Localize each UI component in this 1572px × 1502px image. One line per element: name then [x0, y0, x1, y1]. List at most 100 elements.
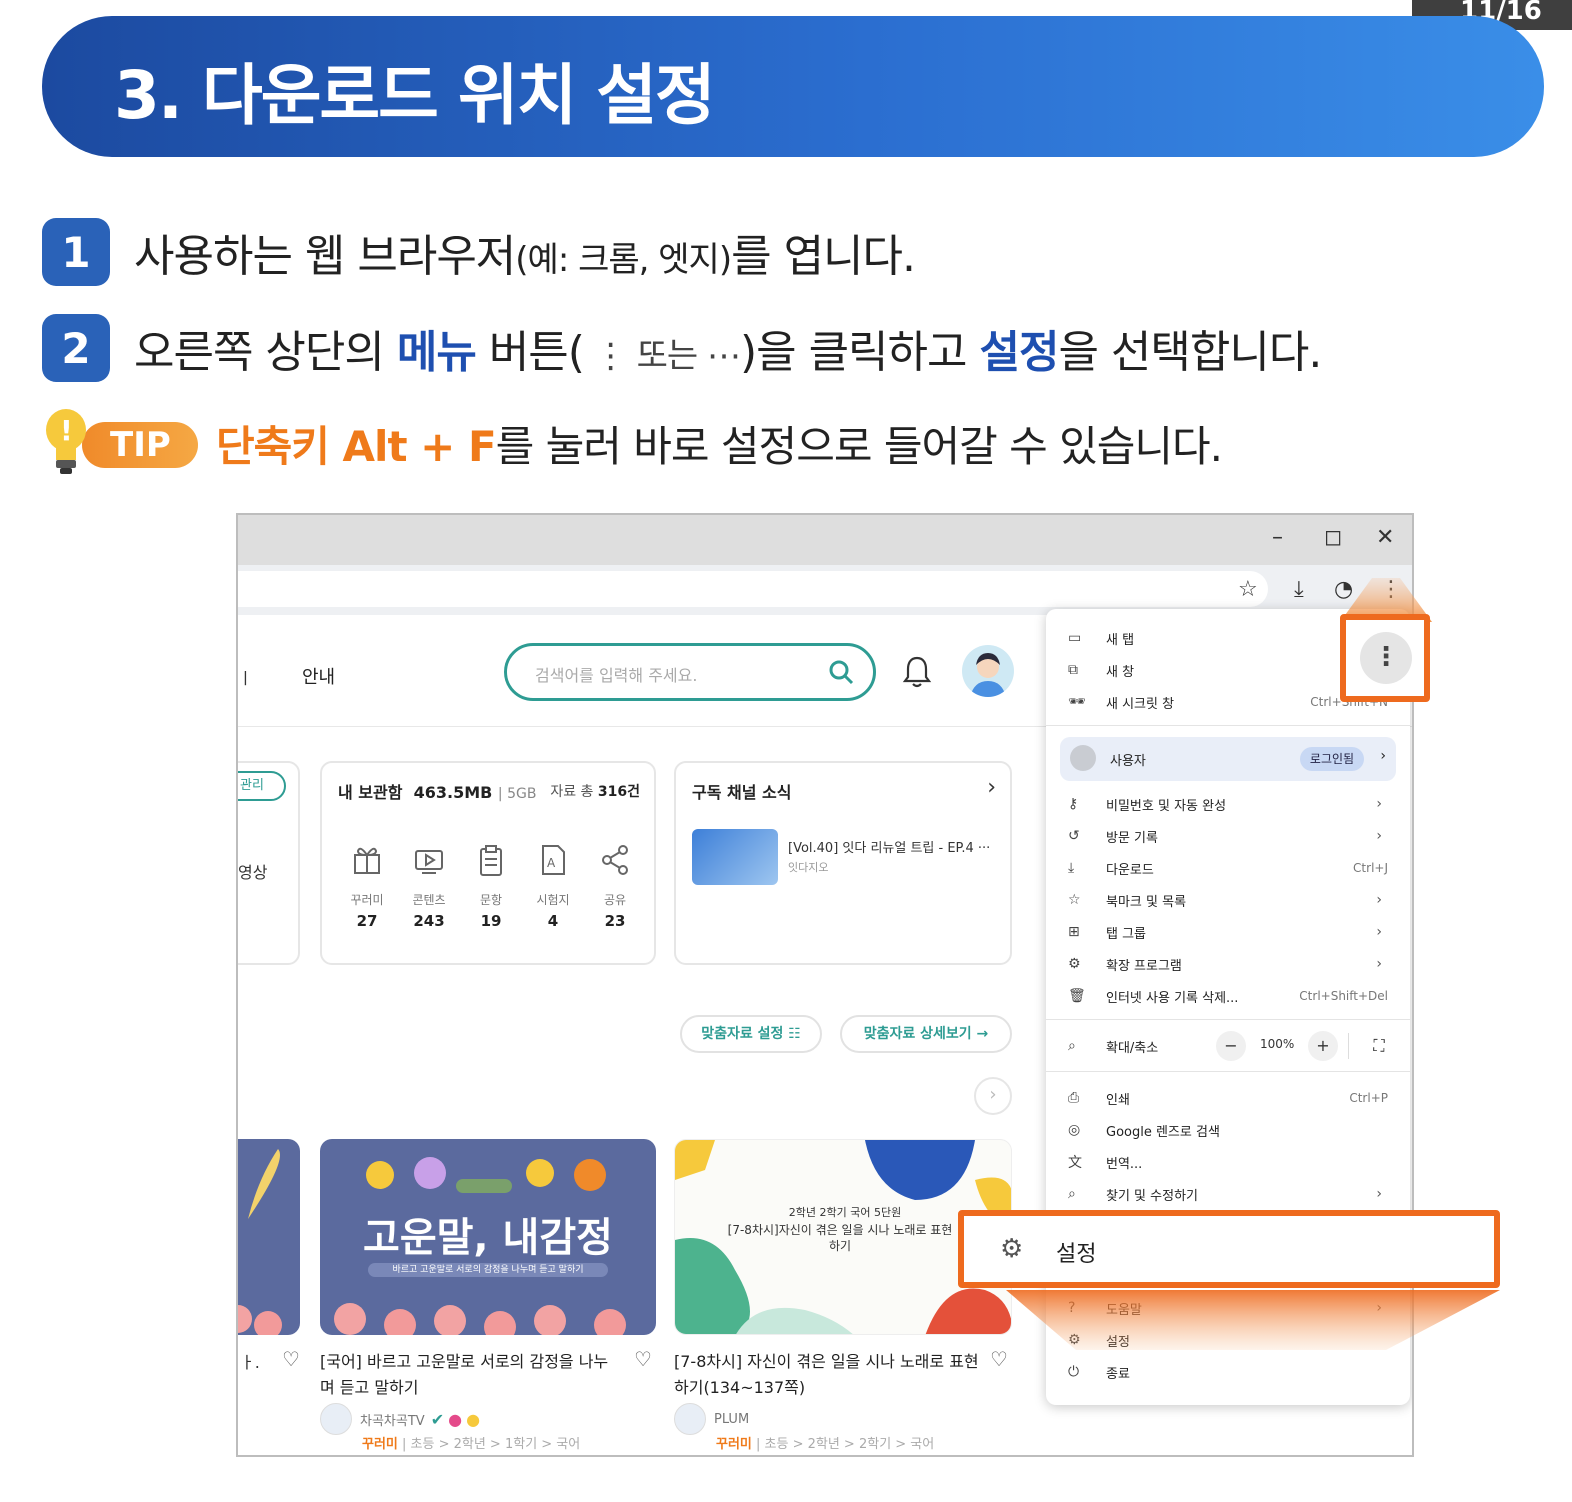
fullscreen-icon[interactable]: ⛶ [1364, 1031, 1394, 1061]
user-icon [1070, 745, 1096, 771]
left-card-text: 영상 [238, 863, 268, 882]
kebab-highlight: ⋮ [1340, 614, 1430, 702]
menu-highlight: 메뉴 [396, 327, 477, 378]
card-1-tag: 꾸러미 | 초등 > 2학년 > 1학기 > 국어 [362, 1437, 581, 1452]
star-icon[interactable]: ☆ [1238, 577, 1258, 602]
menu-translate[interactable]: 文 번역... [1068, 1147, 1388, 1177]
zoom-in-button[interactable]: + [1308, 1031, 1338, 1061]
tip-label: TIP [82, 422, 198, 468]
stat-shared[interactable]: 공유 23 [590, 843, 640, 930]
nav-fragment[interactable]: ㅣ [238, 665, 253, 689]
close-button[interactable]: ✕ [1376, 525, 1394, 550]
zoom-out-button[interactable]: − [1216, 1031, 1246, 1061]
step-1-number: 1 [42, 218, 110, 286]
menu-clear-data[interactable]: 🗑 인터넷 사용 기록 삭제... Ctrl+Shift+Del [1068, 981, 1388, 1011]
restore-button[interactable]: ◻ [1324, 525, 1342, 550]
menu-settings[interactable]: ⚙ 설정 [1068, 1325, 1388, 1355]
tip-text: 단축키 Alt + F를 눌러 바로 설정으로 들어갈 수 있습니다. [216, 421, 1223, 471]
menu-extensions[interactable]: ⚙ 확장 프로그램 › [1068, 949, 1388, 979]
search-input[interactable]: 검색어를 입력해 주세요. [504, 643, 876, 701]
page-title: 3. 다운로드 위치 설정 [114, 57, 716, 134]
menu-find-edit[interactable]: ⌕ 찾기 및 수정하기 › [1068, 1179, 1388, 1209]
help-icon: ? [1068, 1300, 1076, 1316]
card-2-author[interactable]: PLUM [714, 1412, 749, 1427]
card-2-title[interactable]: [7-8차시] 자신이 겪은 일을 시나 노래로 표현하기(134~137쪽) [674, 1349, 984, 1401]
new-tab-icon: ▭ [1068, 630, 1082, 646]
stat-tests[interactable]: A 시험지 4 [528, 843, 578, 930]
thumbnail-caption-small: 바르고 고운말로 서로의 감정을 나누며 듣고 말하기 [392, 1265, 584, 1275]
thumbnail-left[interactable] [238, 1139, 300, 1335]
lightbulb-icon: ! [46, 409, 86, 474]
manage-pill[interactable]: 관리 [238, 771, 286, 801]
bell-icon[interactable] [902, 655, 932, 689]
heart-icon[interactable]: ♡ [634, 1347, 652, 1371]
thumbnail-gounmal[interactable]: 고운말, 내감정 바르고 고운말로 서로의 감정을 나누며 듣고 말하기 [320, 1139, 656, 1335]
settings-highlight-box[interactable]: ⚙ 설정 [958, 1210, 1500, 1288]
kebab-menu-icon[interactable]: ⋮ [1360, 632, 1412, 684]
zoom-icon: ⌕ [1068, 1038, 1076, 1054]
stat-package[interactable]: 꾸러미 27 [342, 843, 392, 930]
card-1-author[interactable]: 차곡차곡TV [360, 1410, 425, 1429]
menu-help[interactable]: ? 도움말 › [1068, 1293, 1388, 1323]
menu-downloads[interactable]: ⤓ 다운로드 Ctrl+J [1068, 853, 1388, 883]
avatar[interactable] [962, 645, 1014, 697]
author-avatar [320, 1403, 352, 1435]
menu-exit[interactable]: ⏻ 종료 [1068, 1357, 1388, 1387]
thumbnail-poem-caption-b: [7-8차시]자신이 겪은 일을 시나 노래로 표현하기 [727, 1223, 953, 1253]
heart-icon[interactable]: ♡ [282, 1347, 300, 1371]
zoom-value: 100% [1260, 1037, 1295, 1051]
stat-contents[interactable]: 콘텐츠 243 [404, 843, 454, 930]
search-icon[interactable] [827, 658, 855, 686]
menu-print[interactable]: ⎙ 인쇄 Ctrl+P [1068, 1083, 1388, 1113]
video-icon [415, 850, 443, 874]
svg-text:A: A [547, 856, 556, 870]
menu-user-row[interactable]: 사용자 로그인됨 › [1060, 737, 1396, 781]
profile-icon[interactable]: ◔ [1334, 577, 1353, 602]
step-2: 2 오른쪽 상단의 메뉴 버튼( ⋮ 또는 ⋯)을 클릭하고 설정을 선택합니다… [42, 314, 1322, 382]
puzzle-icon: ⚙ [1068, 956, 1081, 972]
menu-google-lens[interactable]: ◎ Google 렌즈로 검색 [1068, 1115, 1388, 1145]
browser-screenshot: – ◻ ✕ ☆ ⤓ ◔ ⋮ ㅣ 안내 검색어를 입력해 주세요. 관리 영상 내… [236, 513, 1414, 1457]
custom-settings-button[interactable]: 맞춤자료 설정 ☷ [680, 1015, 822, 1053]
author-avatar [674, 1403, 706, 1435]
menu-passwords[interactable]: ⚷ 비밀번호 및 자동 완성 › [1068, 789, 1388, 819]
print-icon: ⎙ [1068, 1090, 1080, 1106]
history-icon: ↺ [1068, 828, 1080, 844]
key-icon: ⚷ [1068, 796, 1079, 812]
download-icon: ⤓ [1068, 860, 1075, 876]
menu-history[interactable]: ↺ 방문 기록 › [1068, 821, 1388, 851]
signed-in-badge: 로그인됨 [1300, 747, 1364, 771]
badge-icon: ● [466, 1409, 481, 1429]
gear-icon: ⚙ [1000, 1234, 1024, 1264]
download-icon[interactable]: ⤓ [1294, 577, 1304, 602]
heart-icon[interactable]: ♡ [990, 1347, 1008, 1371]
subscribe-thumbnail[interactable] [692, 829, 778, 885]
custom-detail-button[interactable]: 맞춤자료 상세보기 → [840, 1015, 1012, 1053]
minimize-button[interactable]: – [1272, 525, 1283, 550]
address-bar: ☆ ⤓ ◔ ⋮ [238, 565, 1412, 615]
chevron-right-icon[interactable]: › [987, 775, 996, 800]
subscribe-item-title[interactable]: [Vol.40] 잇다 리뉴얼 트립 - EP.4 ··· [788, 837, 990, 856]
next-arrow-button[interactable]: › [974, 1077, 1012, 1115]
settings-callout-label: 설정 [1056, 1242, 1097, 1267]
badge-icon: ● [448, 1409, 463, 1429]
stat-questions[interactable]: 문항 19 [466, 843, 516, 930]
menu-tab-groups[interactable]: ⊞ 탭 그룹 › [1068, 917, 1388, 947]
gift-icon [354, 847, 380, 874]
settings-highlight: 설정 [979, 327, 1059, 378]
kebab-menu-icon[interactable]: ⋮ [1380, 577, 1402, 602]
find-icon: ⌕ [1068, 1186, 1076, 1202]
url-field[interactable] [238, 571, 1268, 607]
lens-icon: ◎ [1068, 1122, 1081, 1138]
tip: TIP ! 단축키 Alt + F를 눌러 바로 설정으로 들어갈 수 있습니다… [44, 408, 1223, 478]
subscribe-item-channel: 잇다지오 [788, 861, 829, 874]
card-1-title[interactable]: [국어] 바르고 고운말로 서로의 감정을 나누며 듣고 말하기 [320, 1349, 620, 1401]
svg-text:!: ! [60, 414, 73, 447]
menu-bookmarks[interactable]: ☆ 북마크 및 목록 › [1068, 885, 1388, 915]
thumbnail-poem-caption: 2학년 2학기 국어 5단원 [788, 1206, 902, 1219]
card-1-author-row: 차곡차곡TV ✔ ● ● [320, 1403, 480, 1435]
card-2-tag: 꾸러미 | 초등 > 2학년 > 2학기 > 국어 [716, 1437, 935, 1452]
step-1-text: 사용하는 웹 브라우저(예: 크롬, 엣지)를 엽니다. [134, 231, 916, 282]
nav-guide[interactable]: 안내 [302, 663, 335, 689]
subscribe-card: 구독 채널 소식 › [Vol.40] 잇다 리뉴얼 트립 - EP.4 ···… [674, 761, 1012, 965]
